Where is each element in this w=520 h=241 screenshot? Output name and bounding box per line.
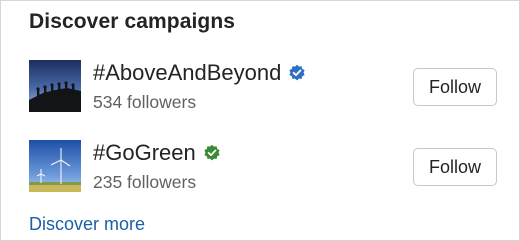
follow-button[interactable]: Follow — [413, 148, 497, 186]
discover-more-link[interactable]: Discover more — [29, 214, 145, 235]
verified-badge-icon — [288, 64, 306, 82]
discover-campaigns-card: Discover campaigns #AboveAndBeyond 534 f… — [0, 0, 520, 241]
campaign-item: #GoGreen 235 followers Follow — [29, 140, 497, 196]
campaign-name[interactable]: #AboveAndBeyond — [93, 60, 306, 86]
campaign-name-text[interactable]: #GoGreen — [93, 140, 196, 166]
followers-count: 534 followers — [93, 92, 197, 112]
campaign-image-above-and-beyond[interactable] — [29, 60, 81, 112]
follow-button[interactable]: Follow — [413, 68, 497, 106]
campaign-item: #AboveAndBeyond 534 followers Follow — [29, 60, 497, 116]
followers-count: 235 followers — [93, 172, 197, 192]
campaign-name[interactable]: #GoGreen — [93, 140, 221, 166]
campaign-name-text[interactable]: #AboveAndBeyond — [93, 60, 281, 86]
campaign-image-go-green[interactable] — [29, 140, 81, 192]
section-title: Discover campaigns — [29, 10, 236, 33]
verified-badge-icon — [203, 144, 221, 162]
